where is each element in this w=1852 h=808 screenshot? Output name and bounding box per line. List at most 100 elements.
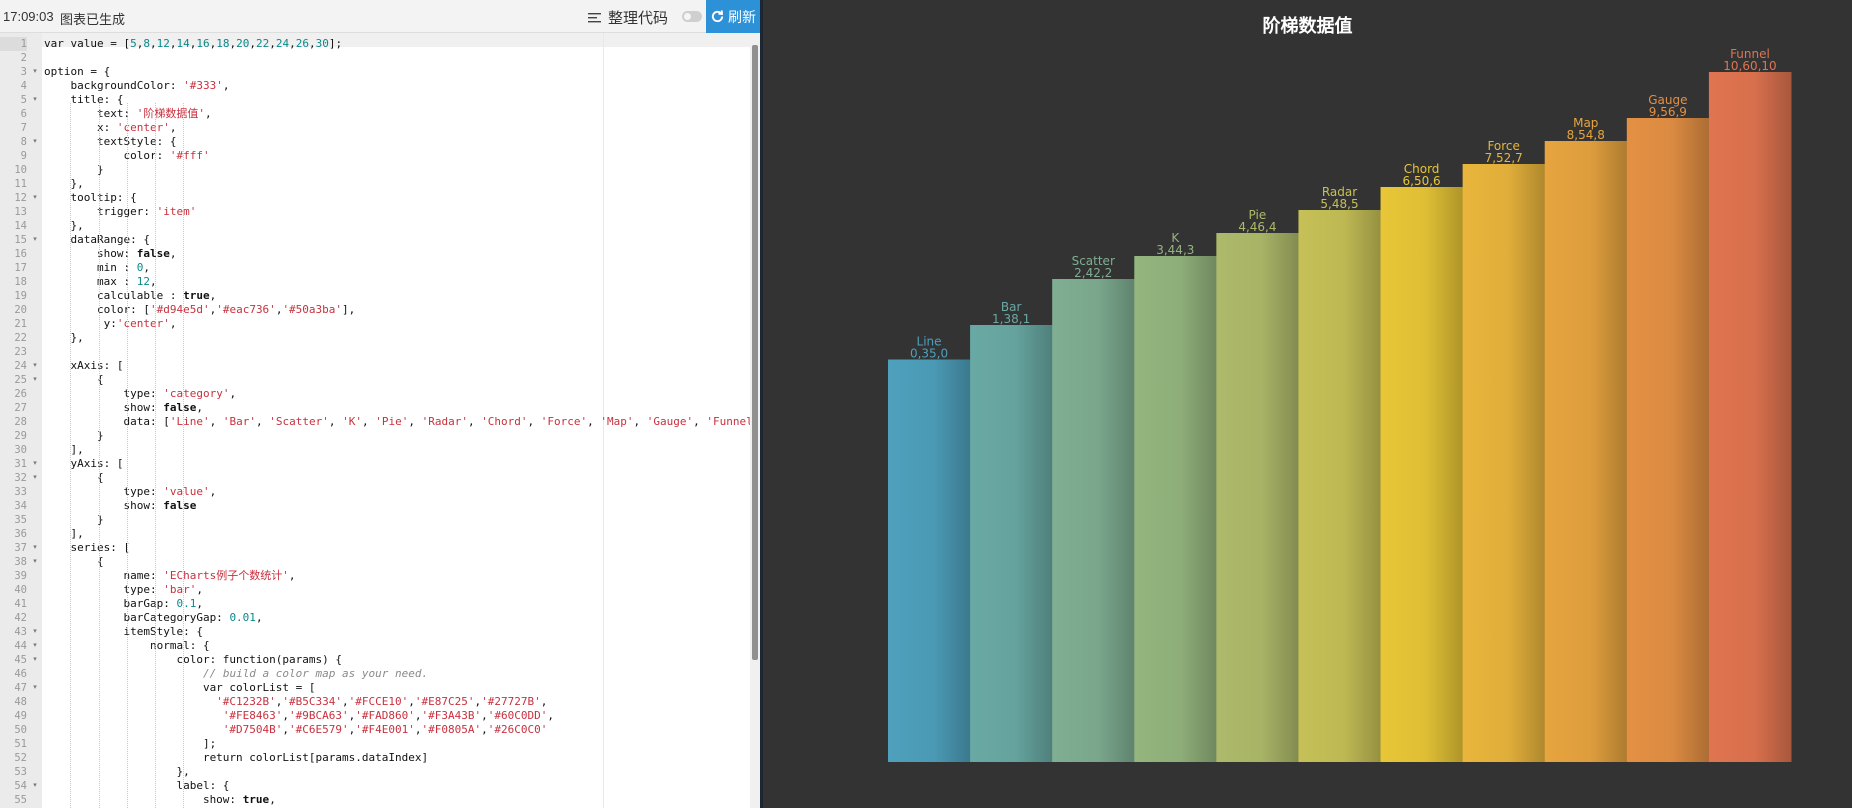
- bar-label-value: 1,38,1: [992, 312, 1030, 326]
- code-token: '#FE8463': [222, 709, 283, 722]
- status-time: 17:09:03: [3, 9, 54, 24]
- fold-arrow-icon[interactable]: ▾: [31, 555, 39, 569]
- line-number: 3: [20, 66, 27, 78]
- fold-arrow-icon[interactable]: ▾: [31, 625, 39, 639]
- code-token: 'K': [342, 415, 362, 428]
- fold-arrow-icon[interactable]: ▾: [31, 373, 39, 387]
- code-token: ,: [587, 415, 601, 428]
- code-line: yAxis: [: [44, 457, 123, 471]
- code-token: },: [44, 177, 84, 190]
- fold-arrow-icon[interactable]: ▾: [31, 191, 39, 205]
- code-line: type: 'category',: [44, 387, 236, 401]
- bar-chart: 阶梯数据值Line0,35,0Bar1,38,1Scatter2,42,2K3,…: [763, 0, 1852, 808]
- code-token: var value = [: [44, 37, 131, 50]
- line-number: 30: [14, 444, 27, 456]
- code-token: '#F3A43B': [421, 709, 482, 722]
- line-number: 17: [14, 262, 27, 274]
- line-number: 11: [14, 178, 27, 190]
- code-token: backgroundColor:: [44, 79, 184, 92]
- code-line: data: ['Line', 'Bar', 'Scatter', 'K', 'P…: [44, 415, 750, 429]
- code-line: show: false,: [44, 401, 203, 415]
- code-line: x: 'center',: [44, 121, 177, 135]
- fold-arrow-icon[interactable]: ▾: [31, 779, 39, 793]
- fold-arrow-icon[interactable]: ▾: [31, 681, 39, 695]
- code-token: ,: [209, 415, 223, 428]
- refresh-button[interactable]: 刷新: [706, 0, 760, 33]
- auto-run-toggle[interactable]: [682, 11, 702, 22]
- bar-shade: [1134, 256, 1217, 762]
- editor-toolbar: 17:09:03 图表已生成 整理代码 刷新: [0, 0, 760, 33]
- code-line: color: ['#d94e5d','#eac736','#50a3ba'],: [44, 303, 355, 317]
- line-number: 55: [14, 794, 27, 806]
- code-line: '#FE8463','#9BCA63','#FAD860','#F3A43B',…: [44, 709, 554, 723]
- code-token: ,: [408, 695, 415, 708]
- code-token: type:: [44, 583, 164, 596]
- code-token: ,: [308, 37, 316, 50]
- fold-arrow-icon[interactable]: ▾: [31, 65, 39, 79]
- fold-arrow-icon[interactable]: ▾: [31, 457, 39, 471]
- line-number: 36: [14, 528, 27, 540]
- code-line: barGap: 0.1,: [44, 597, 202, 611]
- code-line: }: [44, 513, 104, 527]
- fold-arrow-icon[interactable]: ▾: [31, 541, 39, 555]
- indent-guide: [70, 103, 71, 808]
- code-token: ,: [143, 261, 150, 274]
- format-code-label: 整理代码: [608, 10, 669, 27]
- code-token: type:: [44, 485, 164, 498]
- code-token: series: [: [44, 541, 131, 554]
- code-token: }: [44, 163, 104, 176]
- line-number: 2: [20, 52, 27, 64]
- code-token: '#9BCA63': [289, 709, 349, 722]
- fold-arrow-icon[interactable]: ▾: [31, 93, 39, 107]
- status-message: 图表已生成: [60, 12, 126, 27]
- code-line: backgroundColor: '#333',: [44, 79, 229, 93]
- indent-guide: [99, 103, 100, 808]
- line-number: 10: [14, 164, 27, 176]
- code-token: ,: [269, 793, 276, 806]
- line-number: 39: [14, 570, 27, 582]
- line-number: 29: [14, 430, 27, 442]
- fold-arrow-icon[interactable]: ▾: [31, 135, 39, 149]
- line-number: 33: [14, 486, 27, 498]
- line-number: 24: [14, 360, 27, 372]
- line-number-gutter: 1 2 3 ▾ 4 5 ▾ 6 7 8 ▾ 9 10 11 12 ▾ 13 14 15 ▾ 16 17 18 19 20 21 22…: [0, 33, 42, 808]
- code-line: name: 'ECharts例子个数统计',: [44, 569, 295, 583]
- line-number: 18: [14, 276, 27, 288]
- bar-shade: [1708, 72, 1792, 762]
- format-code-button[interactable]: 整理代码: [588, 7, 668, 28]
- bar-label-value: 2,42,2: [1074, 266, 1112, 280]
- fold-arrow-icon[interactable]: ▾: [31, 653, 39, 667]
- code-token: '#27727B': [481, 695, 541, 708]
- code-token: ,: [255, 415, 270, 428]
- fold-arrow-icon[interactable]: ▾: [31, 359, 39, 373]
- code-text-area[interactable]: var value = [5,8,12,14,16,18,20,22,24,26…: [44, 33, 750, 808]
- code-token: ,: [249, 37, 256, 50]
- code-token: 24: [275, 37, 290, 50]
- code-line: var value = [5,8,12,14,16,18,20,22,24,26…: [44, 37, 342, 51]
- code-token: ,: [540, 695, 548, 708]
- code-line: type: 'bar',: [44, 583, 203, 597]
- bar-label-value: 9,56,9: [1649, 105, 1687, 119]
- code-token: '#C6E579': [289, 723, 349, 736]
- code-token: show:: [44, 401, 164, 414]
- code-line: show: false,: [44, 247, 177, 261]
- code-line: show: true,: [44, 793, 276, 807]
- code-token: ,: [481, 709, 488, 722]
- code-line: show: false: [44, 499, 196, 513]
- code-token: '#FCCE10': [348, 695, 409, 708]
- bar-shade: [1052, 279, 1135, 762]
- fold-arrow-icon[interactable]: ▾: [31, 471, 39, 485]
- code-token: },: [44, 765, 190, 778]
- code-token: label: {: [44, 779, 230, 792]
- fold-arrow-icon[interactable]: ▾: [31, 639, 39, 653]
- chart-panel: 阶梯数据值 Line 0,35,0 Bar 1,38,1 Scatter 2,42,2 K 3,…: [763, 0, 1852, 808]
- code-token: xAxis: [: [44, 359, 124, 372]
- code-line: {: [44, 555, 104, 569]
- editor-scrollbar-thumb[interactable]: [752, 45, 758, 660]
- line-number: 4: [20, 80, 27, 92]
- fold-arrow-icon[interactable]: ▾: [31, 233, 39, 247]
- code-token: ,: [288, 569, 296, 582]
- line-number: 28: [14, 416, 27, 428]
- code-token: '#B5C334': [282, 695, 343, 708]
